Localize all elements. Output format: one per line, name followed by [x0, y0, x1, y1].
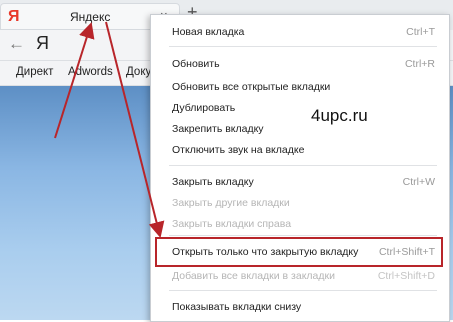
menu-separator [169, 165, 437, 166]
menu-separator [169, 290, 437, 291]
menu-item-close-other-tabs: Закрыть другие вкладки [151, 192, 449, 214]
menu-item-bookmark-all-tabs: Добавить все вкладки в закладки Ctrl+Shi… [151, 265, 449, 287]
menu-item-shortcut: Ctrl+Shift+D [377, 270, 435, 282]
bookmark-adwords[interactable]: Adwords [68, 66, 113, 78]
menu-item-label: Закрыть другие вкладки [172, 197, 290, 209]
menu-item-shortcut: Ctrl+T [406, 26, 435, 38]
menu-item-label: Отключить звук на вкладке [172, 144, 305, 156]
menu-item-shortcut: Ctrl+W [402, 176, 435, 188]
menu-separator [169, 235, 437, 236]
bookmark-docs[interactable]: Доку [126, 66, 151, 78]
bookmark-direct[interactable]: Директ [16, 66, 53, 78]
menu-item-show-tabs-bottom[interactable]: Показывать вкладки снизу [151, 296, 449, 318]
highlight-box [155, 237, 443, 267]
watermark-text: 4upc.ru [311, 106, 368, 125]
menu-item-label: Обновить [172, 58, 220, 70]
menu-item-label: Новая вкладка [172, 26, 245, 38]
yandex-logo-button[interactable]: Я [36, 33, 49, 54]
menu-item-label: Обновить все открытые вкладки [172, 81, 331, 93]
menu-item-mute-tab[interactable]: Отключить звук на вкладке [151, 139, 449, 161]
menu-item-reload-all[interactable]: Обновить все открытые вкладки [151, 76, 449, 98]
tab-context-menu: Новая вкладка Ctrl+T Обновить Ctrl+R Обн… [150, 14, 450, 322]
menu-item-label: Дублировать [172, 102, 236, 114]
menu-item-label: Показывать вкладки снизу [172, 301, 302, 313]
menu-item-shortcut: Ctrl+R [404, 58, 435, 70]
menu-item-new-tab[interactable]: Новая вкладка Ctrl+T [151, 21, 449, 43]
menu-item-duplicate[interactable]: Дублировать [151, 97, 449, 119]
tab-title: Яндекс [70, 10, 111, 24]
menu-item-label: Добавить все вкладки в закладки [172, 270, 335, 282]
menu-item-close-tab[interactable]: Закрыть вкладку Ctrl+W [151, 171, 449, 193]
yandex-favicon-icon: Я [8, 8, 20, 25]
menu-item-close-tabs-right: Закрыть вкладки справа [151, 213, 449, 235]
menu-separator [169, 46, 437, 47]
menu-item-label: Закрыть вкладку [172, 176, 254, 188]
menu-item-label: Закрепить вкладку [172, 123, 264, 135]
menu-item-pin-tab[interactable]: Закрепить вкладку [151, 118, 449, 140]
menu-item-label: Закрыть вкладки справа [172, 218, 292, 230]
menu-item-reload[interactable]: Обновить Ctrl+R [151, 53, 449, 75]
back-arrow-icon[interactable]: ← [8, 34, 25, 54]
